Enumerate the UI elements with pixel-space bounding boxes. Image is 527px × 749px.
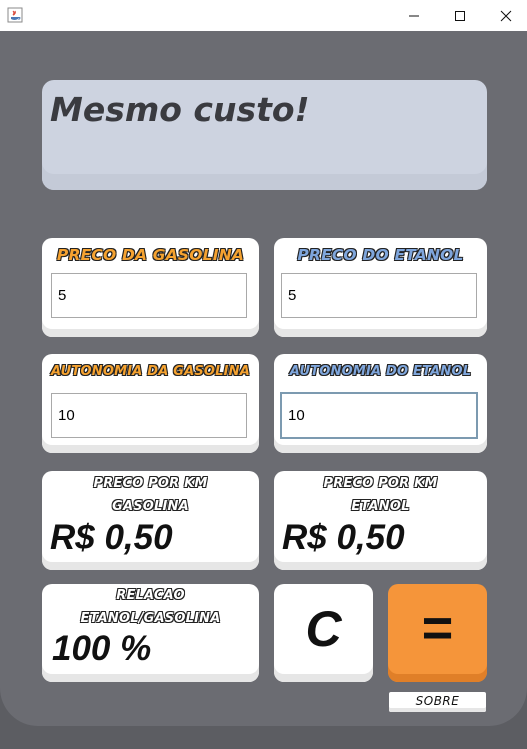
clear-button-label: C <box>305 601 342 657</box>
gasolina-price-label: PRECO DA GASOLINA <box>56 246 245 264</box>
etanol-autonomy-card: AUTONOMIA DO ETANOL 10 <box>274 354 487 453</box>
gasolina-autonomy-card: AUTONOMIA DA GASOLINA 10 <box>42 354 259 453</box>
minimize-button[interactable] <box>391 0 437 31</box>
gasolina-price-card: PRECO DA GASOLINA 5 <box>42 238 259 337</box>
relacao-value: 100 % <box>52 629 152 668</box>
gasolina-autonomy-input[interactable]: 10 <box>51 393 247 438</box>
java-icon <box>7 7 23 23</box>
close-button[interactable] <box>483 0 527 31</box>
maximize-icon <box>455 10 465 21</box>
maximize-button[interactable] <box>437 0 483 31</box>
calculate-button-label: = <box>421 598 454 658</box>
result-text: Mesmo custo! <box>50 90 310 129</box>
etanol-km-label-line1: PRECO POR KM <box>323 476 438 491</box>
clear-button[interactable]: C <box>274 584 373 682</box>
etanol-price-card: PRECO DO ETANOL 5 <box>274 238 487 337</box>
etanol-price-input[interactable]: 5 <box>281 273 477 318</box>
about-button-label: SOBRE <box>415 694 460 708</box>
gasolina-autonomy-label: AUTONOMIA DA GASOLINA <box>50 364 251 379</box>
title-bar <box>0 0 527 31</box>
etanol-km-value: R$ 0,50 <box>282 518 405 557</box>
calculate-button[interactable]: = <box>388 584 487 682</box>
etanol-autonomy-input[interactable]: 10 <box>280 392 478 439</box>
gasolina-km-label-line1: PRECO POR KM <box>93 476 208 491</box>
result-display: Mesmo custo! <box>42 80 487 190</box>
etanol-km-card: PRECO POR KM ETANOL R$ 0,50 <box>274 471 487 570</box>
etanol-km-label-line2: ETANOL <box>351 499 410 514</box>
gasolina-price-input[interactable]: 5 <box>51 273 247 318</box>
etanol-autonomy-label: AUTONOMIA DO ETANOL <box>289 364 472 379</box>
relacao-label-line2: ETANOL/GASOLINA <box>80 611 221 626</box>
gasolina-km-card: PRECO POR KM GASOLINA R$ 0,50 <box>42 471 259 570</box>
etanol-price-label: PRECO DO ETANOL <box>297 246 464 264</box>
relacao-card: RELACAO ETANOL/GASOLINA 100 % <box>42 584 259 682</box>
gasolina-km-label-line2: GASOLINA <box>112 499 189 514</box>
about-button[interactable]: SOBRE <box>389 692 486 712</box>
relacao-label-line1: RELACAO <box>116 588 185 603</box>
close-icon <box>500 10 512 21</box>
gasolina-km-value: R$ 0,50 <box>50 518 173 557</box>
minimize-icon <box>409 15 419 16</box>
